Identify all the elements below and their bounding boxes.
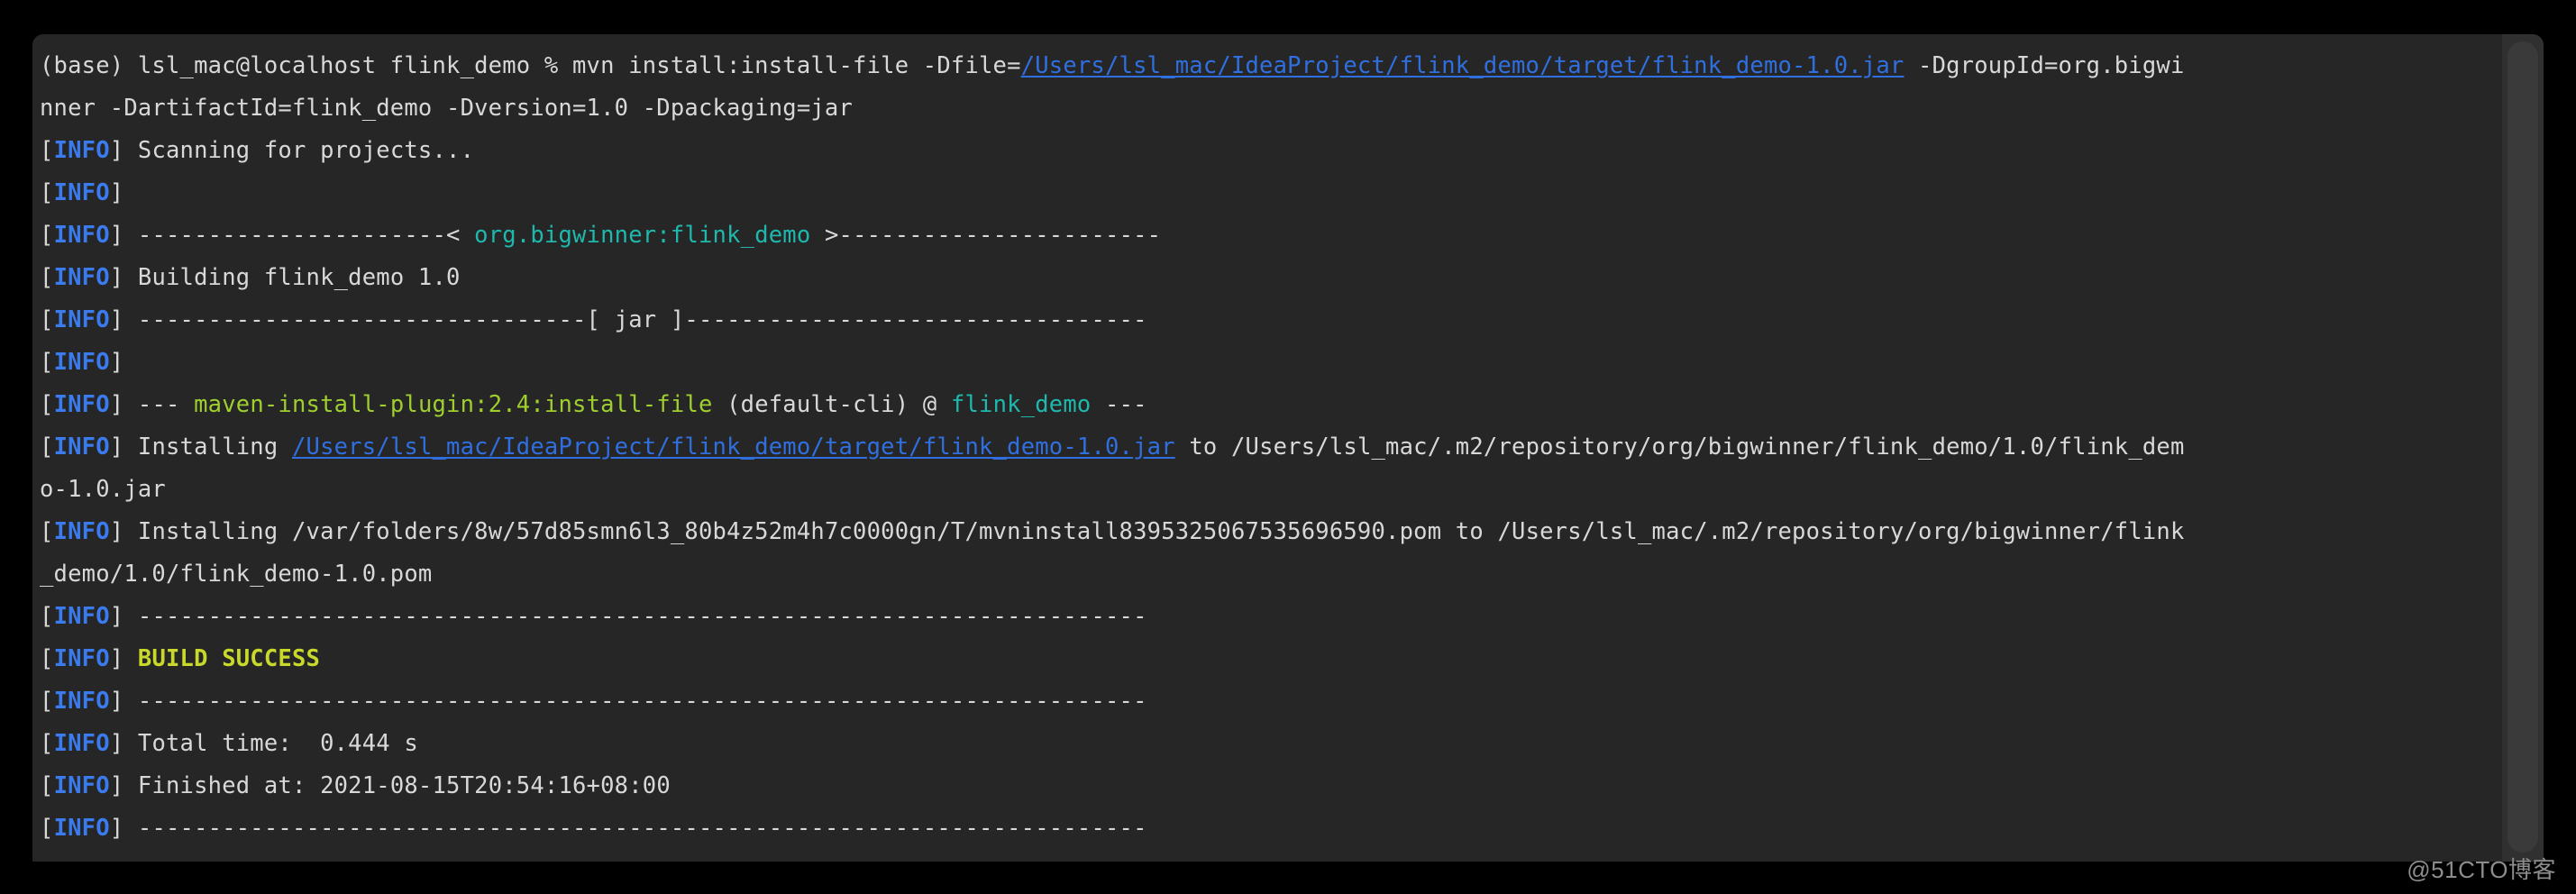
log-level-info: INFO	[53, 264, 110, 291]
log-level-info: INFO	[53, 137, 110, 164]
terminal-text: ]	[109, 349, 138, 376]
terminal-text: flink_demo	[950, 391, 1092, 418]
terminal-line-installing-jar: [INFO] Installing /Users/lsl_mac/IdeaPro…	[40, 426, 2502, 469]
terminal-output[interactable]: (base) lsl_mac@localhost flink_demo % mv…	[32, 34, 2502, 862]
terminal-text: (default-cli) @	[712, 391, 951, 418]
terminal-line-plugin-goal: [INFO] --- maven-install-plugin:2.4:inst…	[40, 384, 2502, 426]
screen: (base) lsl_mac@localhost flink_demo % mv…	[0, 0, 2576, 894]
terminal-text: ] --------------------------------[ jar …	[109, 306, 1147, 333]
terminal-text: ] Total time: 0.444 s	[109, 730, 418, 757]
terminal-line-blank-1: [INFO]	[40, 172, 2502, 214]
terminal-text: [	[40, 264, 54, 291]
terminal-text: ] ----------------------<	[109, 222, 475, 249]
terminal-text: ]	[109, 179, 138, 206]
terminal-text: [	[40, 518, 54, 545]
terminal-line-total-time: [INFO] Total time: 0.444 s	[40, 723, 2502, 765]
terminal-text: o-1.0.jar	[40, 476, 166, 503]
log-level-info: INFO	[53, 433, 110, 461]
terminal-text: nner -DartifactId=flink_demo -Dversion=1…	[40, 95, 854, 122]
terminal-text: BUILD SUCCESS	[137, 645, 321, 672]
terminal-text: ] Building flink_demo 1.0	[109, 264, 461, 291]
terminal-line-installing-jar-wrap: o-1.0.jar	[40, 469, 2502, 511]
terminal-scrollbar-thumb[interactable]	[2507, 41, 2538, 853]
log-level-info: INFO	[53, 349, 110, 376]
log-level-info: INFO	[53, 603, 110, 630]
terminal-text: [	[40, 772, 54, 799]
terminal-text: ] Scanning for projects...	[109, 137, 475, 164]
terminal-text: ] --------------------------------------…	[109, 603, 1147, 630]
terminal-line-packaging-banner: [INFO] --------------------------------[…	[40, 299, 2502, 342]
terminal-line-rule-1: [INFO] ---------------------------------…	[40, 596, 2502, 638]
terminal-text: [	[40, 688, 54, 715]
log-level-info: INFO	[53, 815, 110, 842]
terminal-text: (base) lsl_mac@localhost flink_demo % mv…	[40, 52, 1021, 79]
terminal-text: ] --------------------------------------…	[109, 815, 1147, 842]
terminal-text: [	[40, 603, 54, 630]
terminal-text: [	[40, 433, 54, 461]
terminal-line-project-banner: [INFO] ----------------------< org.bigwi…	[40, 214, 2502, 257]
terminal-text: [	[40, 349, 54, 376]
log-level-info: INFO	[53, 391, 110, 418]
file-path-link[interactable]: /Users/lsl_mac/IdeaProject/flink_demo/ta…	[292, 433, 1175, 461]
terminal-line-rule-3: [INFO] ---------------------------------…	[40, 807, 2502, 850]
terminal-text: [	[40, 815, 54, 842]
terminal-text: ] ---	[109, 391, 195, 418]
terminal-text: [	[40, 137, 54, 164]
terminal-line-blank-2: [INFO]	[40, 342, 2502, 384]
terminal-text: [	[40, 179, 54, 206]
log-level-info: INFO	[53, 518, 110, 545]
log-level-info: INFO	[53, 772, 110, 799]
log-level-info: INFO	[53, 222, 110, 249]
terminal-text: ---	[1091, 391, 1147, 418]
terminal-text: [	[40, 645, 54, 672]
log-level-info: INFO	[53, 645, 110, 672]
terminal-text: ] --------------------------------------…	[109, 688, 1147, 715]
log-level-info: INFO	[53, 179, 110, 206]
terminal-window[interactable]: (base) lsl_mac@localhost flink_demo % mv…	[32, 34, 2544, 862]
terminal-text: maven-install-plugin:2.4:install-file	[194, 391, 713, 418]
file-path-link[interactable]: /Users/lsl_mac/IdeaProject/flink_demo/ta…	[1021, 52, 1905, 79]
terminal-line-building: [INFO] Building flink_demo 1.0	[40, 257, 2502, 299]
terminal-text: ]	[109, 645, 138, 672]
log-level-info: INFO	[53, 306, 110, 333]
log-level-info: INFO	[53, 730, 110, 757]
terminal-line-rule-2: [INFO] ---------------------------------…	[40, 680, 2502, 723]
terminal-text: ] Installing	[109, 433, 292, 461]
terminal-text: org.bigwinner:flink_demo	[474, 222, 811, 249]
terminal-text: [	[40, 730, 54, 757]
terminal-line-installing-pom-wrap: _demo/1.0/flink_demo-1.0.pom	[40, 553, 2502, 596]
terminal-text: to /Users/lsl_mac/.m2/repository/org/big…	[1174, 433, 2185, 461]
log-level-info: INFO	[53, 688, 110, 715]
terminal-text: _demo/1.0/flink_demo-1.0.pom	[40, 561, 433, 588]
watermark: @51CTO博客	[2407, 856, 2556, 883]
terminal-line-prompt-line-wrap: nner -DartifactId=flink_demo -Dversion=1…	[40, 87, 2502, 130]
terminal-text: [	[40, 222, 54, 249]
terminal-scrollbar[interactable]	[2502, 34, 2544, 862]
terminal-line-build-success: [INFO] BUILD SUCCESS	[40, 638, 2502, 680]
terminal-line-installing-pom: [INFO] Installing /var/folders/8w/57d85s…	[40, 511, 2502, 553]
terminal-line-prompt-line: (base) lsl_mac@localhost flink_demo % mv…	[40, 45, 2502, 87]
terminal-text: ] Installing /var/folders/8w/57d85smn6l3…	[109, 518, 2185, 545]
terminal-text: [	[40, 306, 54, 333]
terminal-text: >-----------------------	[810, 222, 1162, 249]
terminal-line-finished-at: [INFO] Finished at: 2021-08-15T20:54:16+…	[40, 765, 2502, 807]
terminal-line-scanning: [INFO] Scanning for projects...	[40, 130, 2502, 172]
terminal-text: [	[40, 391, 54, 418]
terminal-text: -DgroupId=org.bigwi	[1904, 52, 2185, 79]
terminal-text: ] Finished at: 2021-08-15T20:54:16+08:00	[109, 772, 671, 799]
